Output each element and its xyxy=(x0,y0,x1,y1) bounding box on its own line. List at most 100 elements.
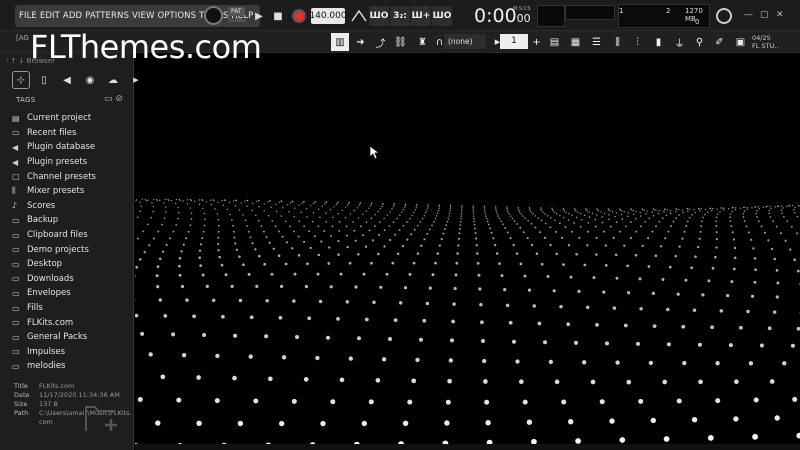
info-date-val: 11/17/2020 11:34:36 AM xyxy=(39,391,120,399)
wave-dot xyxy=(232,224,234,227)
tempo-display[interactable]: 140.000 xyxy=(309,8,347,24)
wave-dot xyxy=(202,230,205,233)
browser-item[interactable]: ▭ melodies xyxy=(12,359,134,374)
all-tab-icon[interactable]: ⊹ xyxy=(12,71,30,89)
browser-item[interactable]: ⫼ Mixer presets xyxy=(12,184,134,199)
piano-roll-icon[interactable]: ☰ xyxy=(587,33,606,51)
time-format-label: M:S:CS xyxy=(513,6,531,12)
metronome-icon[interactable] xyxy=(349,6,369,26)
play-icon[interactable]: ▶ xyxy=(250,7,268,25)
snap-select[interactable]: (none) xyxy=(444,34,486,49)
wave-dot xyxy=(371,239,374,242)
wave-dot xyxy=(666,209,668,211)
browser-item[interactable]: ▭ Desktop xyxy=(12,257,134,272)
add-pattern-icon[interactable]: + xyxy=(527,33,546,51)
browser-item[interactable]: ▭ Downloads xyxy=(12,272,134,287)
wait-input-icon[interactable]: ШО xyxy=(369,6,389,26)
wave-dot xyxy=(452,302,456,306)
browser-item[interactable]: ▭ Demo projects xyxy=(12,242,134,257)
browser-item[interactable]: ▢ Channel presets xyxy=(12,169,134,184)
wave-dot xyxy=(729,216,731,219)
wave-dot xyxy=(325,335,331,340)
wave-dot xyxy=(608,213,610,216)
browser-item[interactable]: ◀ Plugin presets xyxy=(12,155,134,170)
wave-dot xyxy=(226,208,229,211)
mixer-icon[interactable]: ⫼ xyxy=(608,33,627,51)
close-icon[interactable]: ✕ xyxy=(776,10,784,20)
browser-item[interactable]: ▭ Recent files xyxy=(12,126,134,141)
news-label[interactable]: 04/25 FL STU.. xyxy=(752,34,778,50)
menu-options[interactable]: OPTIONS xyxy=(157,11,196,21)
browser-item[interactable]: ▭ Clipboard files xyxy=(12,228,134,243)
wave-dot xyxy=(201,207,204,210)
wave-dot xyxy=(537,217,539,219)
mic-icon[interactable]: ⚲ xyxy=(690,33,709,51)
browser-item[interactable]: ▭ Fills xyxy=(12,301,134,316)
playlist-icon[interactable]: ▤ xyxy=(545,33,564,51)
wave-dot xyxy=(564,226,567,228)
power-icon[interactable] xyxy=(716,8,732,24)
pat-song-toggle[interactable]: PAT SONG xyxy=(228,6,252,25)
menu-file[interactable]: FILE xyxy=(19,11,37,21)
wave-dot xyxy=(518,379,524,385)
menu-patterns[interactable]: PATTERNS xyxy=(85,11,129,21)
wave-dot xyxy=(270,272,274,276)
wave-dot xyxy=(594,218,597,221)
web-tab-icon[interactable]: ◉ xyxy=(81,71,99,89)
cloud-tab-icon[interactable]: ☁ xyxy=(104,71,122,89)
wave-dot xyxy=(658,210,660,212)
channel-rack-icon[interactable]: ▦ xyxy=(566,33,585,51)
new-folder-icon[interactable] xyxy=(85,403,123,433)
wave-dot xyxy=(396,217,398,220)
browser-item[interactable]: ▭ Envelopes xyxy=(12,286,134,301)
folder-icon[interactable]: ▭ xyxy=(104,94,113,104)
browser-item-label: FLKits.com xyxy=(27,317,74,328)
menu-edit[interactable]: EDIT xyxy=(40,11,60,21)
link-icon[interactable]: ⛓ xyxy=(391,33,410,51)
wave-dot xyxy=(500,220,503,223)
stop-icon[interactable]: ■ xyxy=(269,7,287,25)
master-volume-knob[interactable] xyxy=(204,6,223,25)
browser-item[interactable]: ▤ Current project xyxy=(12,111,134,126)
draw-icon[interactable]: ⤴ xyxy=(371,33,390,51)
files-tab-icon[interactable]: ▯ xyxy=(35,71,53,89)
tag-icon[interactable]: ✐ xyxy=(710,33,729,51)
search-icon[interactable]: ⊘ xyxy=(115,94,123,104)
arrow-right-icon[interactable]: ➜ xyxy=(351,33,370,51)
maximize-icon[interactable]: ▢ xyxy=(760,10,769,20)
browser-icon[interactable]: ▮ xyxy=(649,33,668,51)
wave-dot xyxy=(730,280,734,284)
help-icon[interactable]: ▣ xyxy=(731,33,750,51)
plugin-icon[interactable]: ⏚ xyxy=(670,33,689,51)
wave-dot xyxy=(217,242,220,245)
wave-dot xyxy=(603,230,606,233)
wave-dot xyxy=(453,286,457,291)
minimize-icon[interactable]: — xyxy=(744,10,753,20)
menu-view[interactable]: VIEW xyxy=(132,11,155,21)
blend-notes-icon[interactable]: Ш+ xyxy=(411,6,431,26)
wave-dot xyxy=(413,211,415,214)
wave-dot xyxy=(383,229,386,232)
wave-dot xyxy=(675,210,677,213)
typing-keyboard-icon[interactable]: ▥ xyxy=(331,33,349,51)
browser-item[interactable]: ▭ Backup xyxy=(12,213,134,228)
wave-dot xyxy=(289,225,291,228)
countdown-icon[interactable]: 3₂: xyxy=(390,6,410,26)
record-button[interactable] xyxy=(292,9,306,23)
browser-item[interactable]: ▭ General Packs xyxy=(12,330,134,345)
plugins-tab-icon[interactable]: ◀ xyxy=(58,71,76,89)
wave-dot xyxy=(349,213,352,215)
browser-item[interactable]: ▭ FLKits.com xyxy=(12,315,134,330)
wave-dot xyxy=(496,213,499,215)
wave-dot xyxy=(711,266,715,270)
browser-item[interactable]: ♪ Scores xyxy=(12,199,134,214)
browser-item[interactable]: ▭ Impulses xyxy=(12,345,134,360)
mixer-alt-icon[interactable]: ⫶ xyxy=(628,33,647,51)
loop-record-icon[interactable]: ШО xyxy=(432,6,452,26)
pattern-number[interactable]: 1 xyxy=(500,34,528,49)
browser-item[interactable]: ◀ Plugin database xyxy=(12,140,134,155)
wave-dot xyxy=(406,238,409,241)
wave-dot xyxy=(542,211,544,214)
menu-add[interactable]: ADD xyxy=(63,11,82,21)
wave-dot xyxy=(604,341,610,346)
